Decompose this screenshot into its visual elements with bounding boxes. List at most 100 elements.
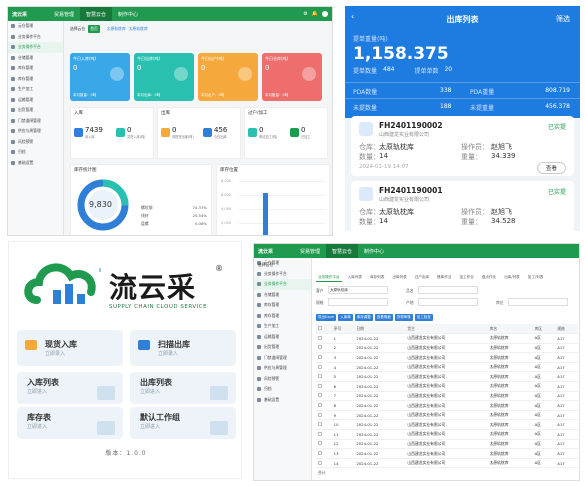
page-tab[interactable]: 出库/列表 bbox=[502, 274, 522, 282]
view-button[interactable]: 查看 bbox=[536, 162, 566, 174]
sidebar-item[interactable]: 业务操作平台 bbox=[8, 42, 63, 53]
warehouse-tab[interactable]: 太原轨枕库 bbox=[129, 26, 148, 32]
sidebar-item[interactable]: 业务操作平台 bbox=[254, 279, 311, 290]
table-row[interactable]: 3 2024-01-22 山西建龙实业有限公司 太原轨枕库 A区 A17 bbox=[316, 352, 578, 363]
table-row[interactable]: 4 2024-01-22 山西建龙实业有限公司 太原轨枕库 A区 A17 bbox=[316, 362, 578, 373]
sidebar-item[interactable]: 库存管理 bbox=[254, 300, 311, 311]
filter-input[interactable] bbox=[418, 286, 478, 294]
table-row[interactable]: 8 2024-01-22 山西建龙实业有限公司 太原轨枕库 A区 A17 bbox=[316, 400, 578, 411]
page-tab[interactable]: 盘点作业 bbox=[480, 274, 498, 282]
page-tab[interactable]: 业务操作平台 bbox=[316, 274, 342, 282]
sidebar-item[interactable]: 归档 bbox=[8, 147, 63, 158]
home-tile[interactable]: 入库列表 立即进入 bbox=[17, 372, 123, 404]
page-tab[interactable]: 入库列表 bbox=[346, 274, 364, 282]
settings-icon[interactable]: ⚙ bbox=[303, 11, 307, 17]
kpi-card[interactable]: 今日仓库(吨) 0 本月账量：0吨 bbox=[262, 53, 322, 101]
filter-button[interactable]: 筛选 bbox=[556, 14, 570, 24]
outbound-record-card[interactable]: FH2401190002 山西建龙实业有限公司 已实提 仓库： 太原轨枕库 操作员： 赵旭飞… bbox=[351, 116, 574, 176]
outbound-record-card[interactable]: FH2401190001 山西建龙实业有限公司 已实提 仓库： 太原轨枕库 操作员： 赵旭飞… bbox=[351, 181, 574, 231]
sidebar-item[interactable]: 生产加工 bbox=[254, 321, 311, 332]
toolbar-button[interactable]: 入库单 bbox=[338, 314, 353, 321]
bell-icon[interactable]: 🔔 bbox=[312, 11, 318, 17]
table-row[interactable]: 11 2024-01-22 山西建龙实业有限公司 太原轨枕库 A区 A17 bbox=[316, 429, 578, 440]
page-tab[interactable]: 加工/列表 bbox=[526, 274, 546, 282]
filter-input[interactable] bbox=[508, 298, 568, 306]
sidebar-item[interactable]: 基础设置 bbox=[8, 158, 63, 169]
sidebar-item[interactable]: 归档 bbox=[254, 384, 311, 395]
stat[interactable]: 0 申请加工(吨) bbox=[248, 126, 277, 139]
stat[interactable]: 0 待提货出库(吨) bbox=[161, 126, 194, 139]
stat[interactable]: 7439 待入库 bbox=[74, 126, 103, 139]
tab-trade[interactable]: 贸易管理 bbox=[294, 244, 326, 258]
table-row[interactable]: 9 2024-01-22 山西建龙实业有限公司 太原轨枕库 A区 A17 bbox=[316, 410, 578, 421]
tab-make-center[interactable]: 制作中心 bbox=[112, 7, 144, 21]
kpi-card[interactable]: 今日出户(吨) 0 本月出户：0吨 bbox=[198, 53, 258, 101]
sidebar-item[interactable]: 出货管理 bbox=[254, 342, 311, 353]
table-row[interactable]: 1 2024-01-22 山西建龙实业有限公司 太原轨枕库 A区 A17 bbox=[316, 333, 578, 344]
sidebar-item[interactable]: 业务操作平台 bbox=[8, 32, 63, 43]
row-checkbox[interactable] bbox=[318, 335, 322, 340]
sidebar-item[interactable]: 运输管理 bbox=[8, 95, 63, 106]
sidebar-item[interactable]: 生产加工 bbox=[8, 84, 63, 95]
table-row[interactable]: 7 2024-01-22 山西建龙实业有限公司 太原轨枕库 A区 A17 bbox=[316, 391, 578, 402]
sidebar-item[interactable]: 库存管理 bbox=[8, 63, 63, 74]
row-checkbox[interactable] bbox=[318, 422, 322, 427]
sidebar-item[interactable]: 库存管理 bbox=[254, 311, 311, 322]
sidebar-item[interactable]: 门禁道闸管理 bbox=[254, 353, 311, 364]
tab-cloud-warehouse[interactable]: 智慧云仓 bbox=[80, 7, 113, 21]
sidebar-item[interactable]: 云仓管理 bbox=[8, 21, 63, 32]
sidebar-item[interactable]: 业务操作平台 bbox=[254, 269, 311, 280]
toolbar-button[interactable]: 导出Excel bbox=[316, 314, 337, 321]
avatar[interactable] bbox=[322, 11, 328, 17]
row-checkbox[interactable] bbox=[318, 431, 322, 436]
row-checkbox[interactable] bbox=[318, 451, 322, 456]
stat[interactable]: 0 交货入库(吨) bbox=[116, 126, 145, 139]
toolbar-button[interactable]: 加工检查 bbox=[414, 314, 433, 321]
sidebar-item[interactable]: 风险预警 bbox=[8, 137, 63, 148]
row-checkbox[interactable] bbox=[318, 403, 322, 408]
home-tile[interactable]: 现货入库 立即录入 bbox=[17, 330, 123, 366]
table-row[interactable]: 12 2024-01-22 山西建龙实业有限公司 太原轨枕库 A区 A17 bbox=[316, 439, 578, 450]
sidebar-item[interactable]: 供应与周管理 bbox=[254, 363, 311, 374]
row-checkbox[interactable] bbox=[318, 383, 322, 388]
home-tile[interactable]: 出库列表 立即进入 bbox=[130, 372, 236, 404]
sidebar-item[interactable]: 基础设置 bbox=[254, 395, 311, 406]
select-warehouse[interactable]: 选择云仓 bbox=[258, 262, 273, 268]
filter-input[interactable] bbox=[418, 298, 478, 306]
table-row[interactable]: 14 2024-01-22 山西建龙实业有限公司 太原轨枕库 A区 A17 bbox=[316, 458, 578, 469]
row-checkbox[interactable] bbox=[318, 364, 322, 369]
page-tab[interactable]: 移库作业 bbox=[435, 274, 453, 282]
home-tile[interactable]: 默认工作组 立即进入 bbox=[130, 407, 236, 439]
toolbar-button[interactable]: 库存调整 bbox=[354, 314, 373, 321]
row-checkbox[interactable] bbox=[318, 441, 322, 446]
page-tab[interactable]: 过户出库 bbox=[413, 274, 431, 282]
sidebar-item[interactable]: 仓储管理 bbox=[8, 53, 63, 64]
sidebar-item[interactable]: 运输管理 bbox=[254, 332, 311, 343]
kpi-card[interactable]: 今日入库(吨) 0 本月数量：0吨 bbox=[70, 53, 130, 101]
kpi-card[interactable]: 今日出库(吨) 0 本月出库：0吨 bbox=[134, 53, 194, 101]
row-checkbox[interactable] bbox=[318, 412, 322, 417]
sidebar-item[interactable]: 供应与周管理 bbox=[8, 126, 63, 137]
table-row[interactable]: 2 2024-01-22 山西建龙实业有限公司 太原轨枕库 A区 A17 bbox=[316, 343, 578, 354]
sidebar-item[interactable]: 仓储管理 bbox=[254, 290, 311, 301]
tab-cloud-warehouse[interactable]: 智慧云仓 bbox=[326, 244, 359, 258]
sidebar-item[interactable]: 出货管理 bbox=[8, 105, 63, 116]
sidebar-item[interactable]: 门禁道闸管理 bbox=[8, 116, 63, 127]
page-tab[interactable]: 加工作业 bbox=[457, 274, 475, 282]
warehouse-tab[interactable]: 太原轨枕库 bbox=[107, 26, 126, 32]
table-row[interactable]: 10 2024-01-22 山西建龙实业有限公司 太原轨枕库 A区 A17 bbox=[316, 419, 578, 431]
filter-input[interactable]: 太原轨枕库 bbox=[328, 286, 388, 294]
row-checkbox[interactable] bbox=[318, 345, 322, 350]
table-row[interactable]: 6 2024-01-22 山西建龙实业有限公司 太原轨枕库 A区 A17 bbox=[316, 381, 578, 392]
table-row[interactable]: 13 2024-01-22 山西建龙实业有限公司 太原轨枕库 A区 A17 bbox=[316, 448, 578, 459]
table-row[interactable]: 5 2024-01-22 山西建龙实业有限公司 太原轨枕库 A区 A17 bbox=[316, 371, 578, 383]
page-tab[interactable]: 库存列表 bbox=[368, 274, 386, 282]
filter-input[interactable] bbox=[328, 298, 388, 306]
row-checkbox[interactable] bbox=[318, 374, 322, 379]
row-checkbox[interactable] bbox=[318, 460, 322, 465]
select-warehouse[interactable]: 选择云仓 bbox=[70, 26, 85, 32]
row-checkbox[interactable] bbox=[318, 355, 322, 360]
home-tile[interactable]: 扫描出库 立即录入 bbox=[130, 330, 236, 366]
sidebar-item[interactable]: 风险预警 bbox=[254, 374, 311, 385]
tab-trade[interactable]: 贸易管理 bbox=[48, 7, 80, 21]
